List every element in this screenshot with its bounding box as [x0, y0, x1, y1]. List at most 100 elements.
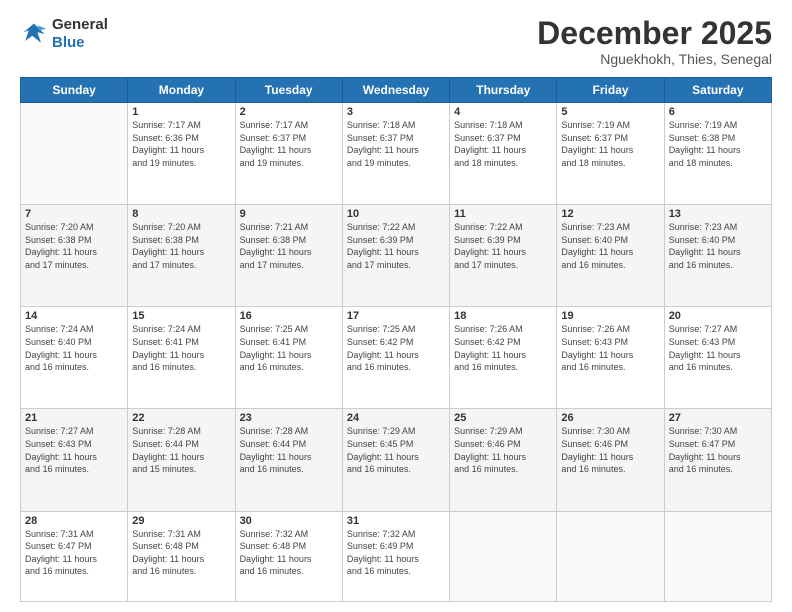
day-info: Sunrise: 7:17 AM Sunset: 6:36 PM Dayligh… [132, 119, 230, 169]
calendar-cell: 31Sunrise: 7:32 AM Sunset: 6:49 PM Dayli… [342, 511, 449, 602]
day-number: 28 [25, 515, 123, 527]
day-header-thursday: Thursday [450, 78, 557, 103]
calendar-week-row: 21Sunrise: 7:27 AM Sunset: 6:43 PM Dayli… [21, 409, 772, 511]
day-number: 30 [240, 515, 338, 527]
day-number: 7 [25, 208, 123, 220]
day-info: Sunrise: 7:26 AM Sunset: 6:42 PM Dayligh… [454, 323, 552, 373]
calendar-cell: 3Sunrise: 7:18 AM Sunset: 6:37 PM Daylig… [342, 103, 449, 205]
calendar-week-row: 7Sunrise: 7:20 AM Sunset: 6:38 PM Daylig… [21, 205, 772, 307]
calendar-cell: 14Sunrise: 7:24 AM Sunset: 6:40 PM Dayli… [21, 307, 128, 409]
calendar-cell: 4Sunrise: 7:18 AM Sunset: 6:37 PM Daylig… [450, 103, 557, 205]
day-number: 24 [347, 412, 445, 424]
day-number: 9 [240, 208, 338, 220]
day-info: Sunrise: 7:25 AM Sunset: 6:41 PM Dayligh… [240, 323, 338, 373]
day-info: Sunrise: 7:30 AM Sunset: 6:46 PM Dayligh… [561, 425, 659, 475]
day-number: 17 [347, 310, 445, 322]
day-header-saturday: Saturday [664, 78, 771, 103]
day-number: 13 [669, 208, 767, 220]
calendar-cell: 1Sunrise: 7:17 AM Sunset: 6:36 PM Daylig… [128, 103, 235, 205]
day-header-wednesday: Wednesday [342, 78, 449, 103]
day-number: 22 [132, 412, 230, 424]
calendar-cell: 24Sunrise: 7:29 AM Sunset: 6:45 PM Dayli… [342, 409, 449, 511]
day-number: 15 [132, 310, 230, 322]
day-number: 29 [132, 515, 230, 527]
calendar-cell: 20Sunrise: 7:27 AM Sunset: 6:43 PM Dayli… [664, 307, 771, 409]
calendar-cell: 29Sunrise: 7:31 AM Sunset: 6:48 PM Dayli… [128, 511, 235, 602]
day-info: Sunrise: 7:20 AM Sunset: 6:38 PM Dayligh… [25, 221, 123, 271]
day-info: Sunrise: 7:22 AM Sunset: 6:39 PM Dayligh… [454, 221, 552, 271]
calendar-header-row: SundayMondayTuesdayWednesdayThursdayFrid… [21, 78, 772, 103]
page: General Blue December 2025 Nguekhokh, Th… [0, 0, 792, 612]
day-header-tuesday: Tuesday [235, 78, 342, 103]
calendar-cell: 22Sunrise: 7:28 AM Sunset: 6:44 PM Dayli… [128, 409, 235, 511]
day-info: Sunrise: 7:17 AM Sunset: 6:37 PM Dayligh… [240, 119, 338, 169]
calendar-cell: 6Sunrise: 7:19 AM Sunset: 6:38 PM Daylig… [664, 103, 771, 205]
calendar-cell [450, 511, 557, 602]
calendar-cell: 13Sunrise: 7:23 AM Sunset: 6:40 PM Dayli… [664, 205, 771, 307]
day-number: 2 [240, 106, 338, 118]
day-info: Sunrise: 7:23 AM Sunset: 6:40 PM Dayligh… [669, 221, 767, 271]
day-number: 3 [347, 106, 445, 118]
calendar-cell: 11Sunrise: 7:22 AM Sunset: 6:39 PM Dayli… [450, 205, 557, 307]
title-area: December 2025 Nguekhokh, Thies, Senegal [537, 16, 772, 67]
day-number: 25 [454, 412, 552, 424]
calendar-cell: 26Sunrise: 7:30 AM Sunset: 6:46 PM Dayli… [557, 409, 664, 511]
day-info: Sunrise: 7:19 AM Sunset: 6:37 PM Dayligh… [561, 119, 659, 169]
day-info: Sunrise: 7:18 AM Sunset: 6:37 PM Dayligh… [454, 119, 552, 169]
day-number: 8 [132, 208, 230, 220]
day-info: Sunrise: 7:24 AM Sunset: 6:40 PM Dayligh… [25, 323, 123, 373]
logo: General Blue [20, 16, 108, 52]
calendar-week-row: 28Sunrise: 7:31 AM Sunset: 6:47 PM Dayli… [21, 511, 772, 602]
day-number: 5 [561, 106, 659, 118]
day-header-sunday: Sunday [21, 78, 128, 103]
day-number: 27 [669, 412, 767, 424]
day-info: Sunrise: 7:27 AM Sunset: 6:43 PM Dayligh… [669, 323, 767, 373]
day-info: Sunrise: 7:25 AM Sunset: 6:42 PM Dayligh… [347, 323, 445, 373]
calendar-table: SundayMondayTuesdayWednesdayThursdayFrid… [20, 77, 772, 602]
calendar-cell: 17Sunrise: 7:25 AM Sunset: 6:42 PM Dayli… [342, 307, 449, 409]
day-number: 12 [561, 208, 659, 220]
day-info: Sunrise: 7:26 AM Sunset: 6:43 PM Dayligh… [561, 323, 659, 373]
day-info: Sunrise: 7:29 AM Sunset: 6:45 PM Dayligh… [347, 425, 445, 475]
day-info: Sunrise: 7:27 AM Sunset: 6:43 PM Dayligh… [25, 425, 123, 475]
calendar-cell: 2Sunrise: 7:17 AM Sunset: 6:37 PM Daylig… [235, 103, 342, 205]
day-info: Sunrise: 7:28 AM Sunset: 6:44 PM Dayligh… [132, 425, 230, 475]
day-number: 4 [454, 106, 552, 118]
day-number: 26 [561, 412, 659, 424]
day-header-friday: Friday [557, 78, 664, 103]
calendar-cell: 27Sunrise: 7:30 AM Sunset: 6:47 PM Dayli… [664, 409, 771, 511]
day-info: Sunrise: 7:31 AM Sunset: 6:48 PM Dayligh… [132, 528, 230, 578]
calendar-cell: 5Sunrise: 7:19 AM Sunset: 6:37 PM Daylig… [557, 103, 664, 205]
month-title: December 2025 [537, 16, 772, 51]
day-info: Sunrise: 7:31 AM Sunset: 6:47 PM Dayligh… [25, 528, 123, 578]
day-number: 6 [669, 106, 767, 118]
day-number: 31 [347, 515, 445, 527]
day-number: 18 [454, 310, 552, 322]
day-info: Sunrise: 7:18 AM Sunset: 6:37 PM Dayligh… [347, 119, 445, 169]
calendar-cell [557, 511, 664, 602]
day-number: 20 [669, 310, 767, 322]
day-info: Sunrise: 7:30 AM Sunset: 6:47 PM Dayligh… [669, 425, 767, 475]
day-info: Sunrise: 7:29 AM Sunset: 6:46 PM Dayligh… [454, 425, 552, 475]
calendar-cell: 23Sunrise: 7:28 AM Sunset: 6:44 PM Dayli… [235, 409, 342, 511]
day-number: 14 [25, 310, 123, 322]
calendar-cell: 21Sunrise: 7:27 AM Sunset: 6:43 PM Dayli… [21, 409, 128, 511]
day-number: 11 [454, 208, 552, 220]
calendar-cell: 8Sunrise: 7:20 AM Sunset: 6:38 PM Daylig… [128, 205, 235, 307]
calendar-week-row: 1Sunrise: 7:17 AM Sunset: 6:36 PM Daylig… [21, 103, 772, 205]
day-info: Sunrise: 7:20 AM Sunset: 6:38 PM Dayligh… [132, 221, 230, 271]
calendar-cell [21, 103, 128, 205]
header: General Blue December 2025 Nguekhokh, Th… [20, 16, 772, 67]
day-info: Sunrise: 7:22 AM Sunset: 6:39 PM Dayligh… [347, 221, 445, 271]
calendar-cell [664, 511, 771, 602]
calendar-cell: 12Sunrise: 7:23 AM Sunset: 6:40 PM Dayli… [557, 205, 664, 307]
calendar-cell: 10Sunrise: 7:22 AM Sunset: 6:39 PM Dayli… [342, 205, 449, 307]
day-info: Sunrise: 7:19 AM Sunset: 6:38 PM Dayligh… [669, 119, 767, 169]
day-info: Sunrise: 7:21 AM Sunset: 6:38 PM Dayligh… [240, 221, 338, 271]
day-number: 23 [240, 412, 338, 424]
day-number: 19 [561, 310, 659, 322]
day-number: 1 [132, 106, 230, 118]
calendar-cell: 7Sunrise: 7:20 AM Sunset: 6:38 PM Daylig… [21, 205, 128, 307]
day-number: 21 [25, 412, 123, 424]
logo-icon [20, 20, 48, 48]
